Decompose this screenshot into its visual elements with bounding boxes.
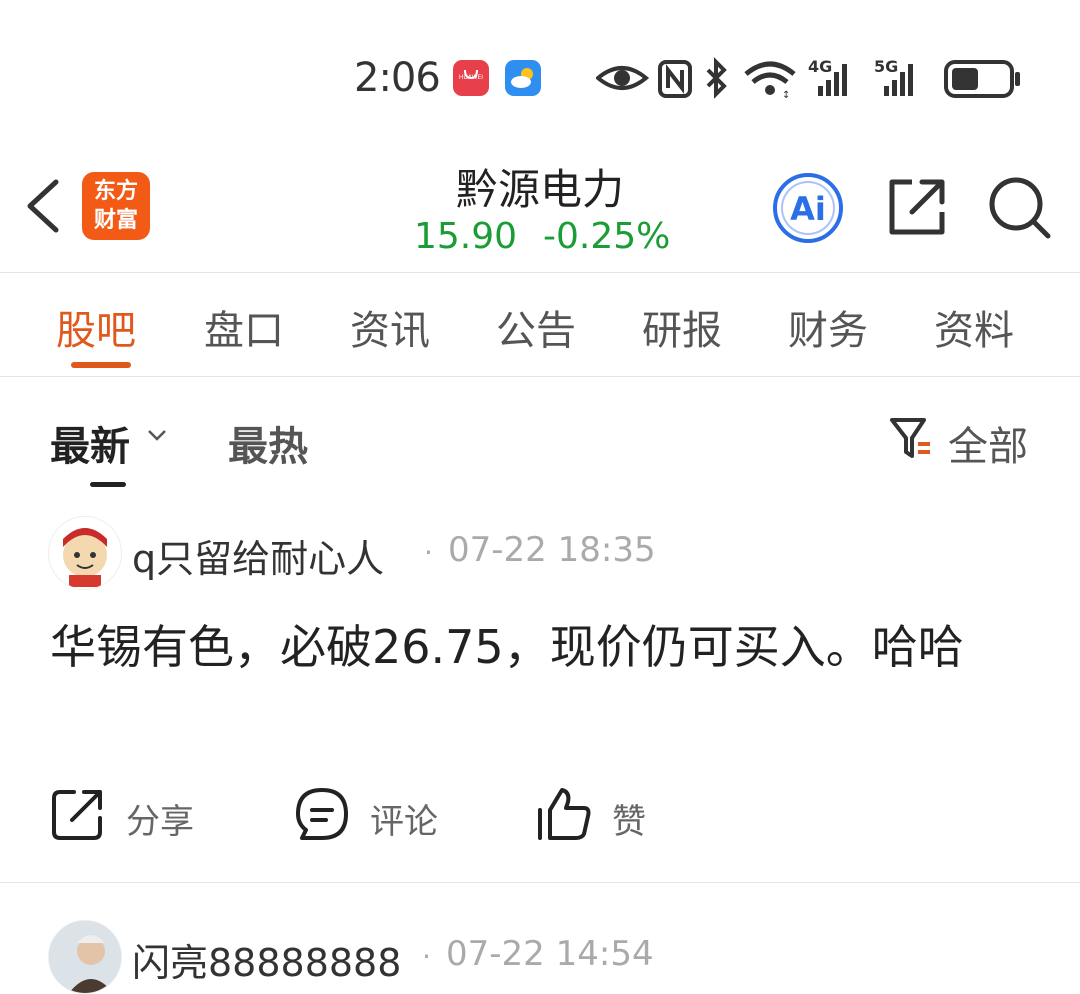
- sort-hot-button[interactable]: 最热: [228, 414, 308, 472]
- tab-pankou[interactable]: 盘口: [204, 298, 284, 356]
- post-divider: [0, 882, 1080, 883]
- separator-dot: ·: [422, 940, 431, 973]
- like-label[interactable]: 赞: [612, 794, 646, 843]
- tab-guba[interactable]: 股吧: [56, 298, 136, 356]
- share-icon[interactable]: [50, 786, 106, 842]
- stock-change: -0.25%: [543, 216, 671, 257]
- huawei-appgallery-icon: HUAWEI: [453, 60, 489, 96]
- eye-icon: [594, 66, 650, 90]
- weather-icon: [505, 60, 541, 96]
- status-icons: ↕ 4G 5G: [594, 56, 1026, 102]
- search-icon[interactable]: [988, 176, 1052, 240]
- tab-yanbao[interactable]: 研报: [642, 298, 722, 356]
- thumbs-up-icon[interactable]: [536, 786, 592, 842]
- battery-icon: [944, 60, 1020, 98]
- huawei-label: HUAWEI: [458, 74, 484, 81]
- svg-text:5G: 5G: [874, 57, 898, 76]
- signal-5g-icon: 5G: [874, 57, 913, 96]
- signal-4g-icon: 4G: [808, 57, 847, 96]
- share-icon[interactable]: [886, 176, 948, 238]
- bluetooth-icon: [706, 57, 727, 99]
- tabs-divider: [0, 376, 1080, 377]
- status-time: 2:06: [354, 55, 441, 101]
- svg-text:↕: ↕: [782, 90, 790, 101]
- sort-indicator: [90, 482, 126, 487]
- post-username[interactable]: 闪亮88888888: [132, 932, 401, 987]
- post-text[interactable]: 华锡有色，必破26.75，现价仍可买入。哈哈: [50, 610, 1030, 684]
- chevron-down-icon[interactable]: [146, 426, 168, 444]
- post-username[interactable]: q只留给耐心人: [132, 528, 384, 583]
- post-time: 07-22 14:54: [446, 934, 654, 974]
- ai-assistant-button[interactable]: Ai: [772, 172, 844, 244]
- comment-label[interactable]: 评论: [370, 794, 438, 843]
- filter-label[interactable]: 全部: [948, 414, 1028, 472]
- nfc-icon: [658, 60, 692, 98]
- tab-caiwu[interactable]: 财务: [788, 298, 868, 356]
- ai-label: Ai: [790, 190, 826, 228]
- wifi-icon: ↕: [744, 61, 796, 101]
- tab-gonggao[interactable]: 公告: [496, 298, 576, 356]
- share-label[interactable]: 分享: [126, 794, 194, 843]
- stock-price: 15.90: [414, 216, 518, 257]
- tab-ziliao[interactable]: 资料: [934, 298, 1014, 356]
- active-tab-indicator: [71, 362, 131, 368]
- filter-icon[interactable]: [888, 414, 936, 462]
- comment-icon[interactable]: [294, 786, 350, 842]
- svg-text:4G: 4G: [808, 57, 832, 76]
- sort-latest-button[interactable]: 最新: [50, 414, 130, 472]
- avatar[interactable]: [48, 516, 122, 590]
- separator-dot: ·: [424, 536, 433, 569]
- header-divider: [0, 272, 1080, 273]
- tab-zixun[interactable]: 资讯: [350, 298, 430, 356]
- post-time: 07-22 18:35: [448, 530, 656, 570]
